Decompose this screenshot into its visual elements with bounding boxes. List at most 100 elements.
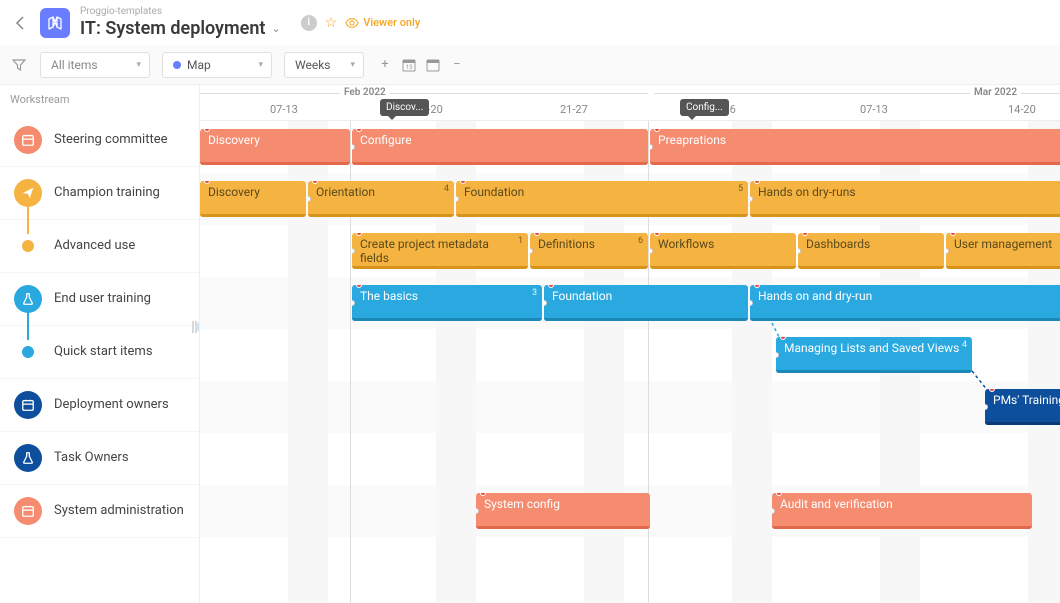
status-dot-icon	[754, 181, 760, 184]
resize-handle-left[interactable]	[352, 248, 355, 254]
resize-handle-left[interactable]	[308, 196, 311, 202]
status-dot-icon	[534, 233, 540, 236]
status-dot-icon	[754, 285, 760, 288]
task-bar[interactable]: Workflows	[650, 233, 796, 269]
sidebar-item[interactable]: System administration	[0, 485, 199, 538]
toolbar: All items Map Weeks + 13 −	[0, 46, 1060, 85]
sidebar-item-label: End user training	[54, 291, 151, 306]
sidebar-item[interactable]: Champion training	[0, 167, 199, 220]
task-bar[interactable]: Foundation 5	[456, 181, 748, 217]
week-label: 07-13	[270, 103, 298, 116]
resize-handle-left[interactable]	[750, 300, 753, 306]
sidebar-item[interactable]: Task Owners	[0, 432, 199, 485]
task-bar[interactable]: Hands on and dry-run	[750, 285, 1060, 321]
resize-handle-left[interactable]	[750, 196, 753, 202]
resize-handle-left[interactable]	[650, 248, 653, 254]
task-count: 4	[962, 340, 967, 350]
filter-select-label: All items	[51, 58, 98, 72]
header-actions: i ☆ Viewer only	[301, 15, 421, 31]
calendar-day-icon[interactable]: 13	[400, 56, 418, 74]
resize-handle-left[interactable]	[456, 196, 459, 202]
task-underline	[650, 266, 796, 269]
title-block: Proggio-templates IT: System deployment …	[80, 6, 281, 40]
task-label: Hands on and dry-run	[758, 289, 872, 303]
filter-select[interactable]: All items	[40, 52, 150, 78]
task-underline	[750, 318, 1060, 321]
status-dot-icon	[312, 181, 318, 184]
task-underline	[946, 266, 1060, 269]
task-bar[interactable]: The basics3	[352, 285, 542, 321]
task-underline	[456, 214, 748, 217]
week-label: 14-20	[1008, 103, 1036, 116]
task-label: Discovery	[208, 185, 260, 199]
sidebar-item-label: Steering committee	[54, 132, 168, 147]
chart-body[interactable]: Discovery ConfigurePreaprations Discovery O…	[200, 121, 1060, 603]
task-bar[interactable]: Foundation	[544, 285, 748, 321]
sidebar-item[interactable]: End user training	[0, 273, 199, 326]
task-label: The basics	[360, 289, 418, 303]
task-label: Foundation	[464, 185, 524, 199]
task-bar[interactable]: PMs' Training	[985, 389, 1060, 425]
resize-handle-left[interactable]	[772, 508, 775, 514]
task-label: Discovery	[208, 133, 260, 147]
view-select[interactable]: Map	[162, 52, 272, 78]
month-label: Feb 2022	[340, 87, 390, 98]
task-bar[interactable]: User management	[946, 233, 1060, 269]
minus-icon[interactable]: −	[448, 56, 466, 74]
timeline-chart[interactable]: Feb 2022Mar 202207-1314-2021-2728-0607-1…	[200, 85, 1060, 603]
task-bar[interactable]: System config	[476, 493, 650, 529]
task-bar[interactable]: Discovery	[200, 181, 306, 217]
resize-handle-left[interactable]	[798, 248, 801, 254]
toolbar-icons: + 13 −	[376, 56, 466, 74]
calendar-icon	[14, 391, 42, 419]
sidebar-collapse-handle[interactable]	[189, 315, 200, 344]
resize-handle-left[interactable]	[476, 508, 479, 514]
scale-select[interactable]: Weeks	[284, 52, 364, 78]
task-bar[interactable]: Hands on dry-runs	[750, 181, 1060, 217]
resize-handle-left[interactable]	[946, 248, 949, 254]
task-label: Foundation	[552, 289, 612, 303]
star-icon[interactable]: ☆	[325, 15, 338, 31]
filter-icon[interactable]	[10, 58, 28, 72]
resize-handle-left[interactable]	[530, 248, 533, 254]
sidebar-item[interactable]: Steering committee	[0, 114, 199, 167]
resize-handle-left[interactable]	[352, 300, 355, 306]
task-bar[interactable]: Managing Lists and Saved Views4	[776, 337, 972, 373]
task-underline	[985, 422, 1060, 425]
send-icon	[14, 179, 42, 207]
chevron-down-icon: ⌄	[271, 22, 280, 35]
task-bar[interactable]: Configure	[352, 129, 648, 165]
task-bar[interactable]: Dashboards	[798, 233, 944, 269]
plus-icon[interactable]: +	[376, 56, 394, 74]
task-bar[interactable]: Definitions6	[530, 233, 648, 269]
back-button[interactable]	[10, 13, 30, 33]
time-header: Feb 2022Mar 202207-1314-2021-2728-0607-1…	[200, 85, 1060, 121]
task-bar[interactable]: Create project metadata fields1	[352, 233, 528, 269]
resize-handle-left[interactable]	[776, 352, 779, 358]
sidebar-item-label: Champion training	[54, 185, 160, 200]
sidebar-item[interactable]: Advanced use	[0, 220, 199, 273]
task-bar[interactable]: Audit and verification	[772, 493, 1032, 529]
status-dot-icon	[204, 129, 210, 132]
title-row[interactable]: IT: System deployment ⌄	[80, 18, 281, 40]
task-count: 5	[738, 184, 743, 194]
sidebar-item[interactable]: Deployment owners	[0, 379, 199, 432]
sidebar-item[interactable]: Quick start items	[0, 326, 199, 379]
week-label: 21-27	[560, 103, 588, 116]
status-dot-icon	[356, 129, 362, 132]
task-label: PMs' Training	[993, 393, 1060, 407]
resize-handle-left[interactable]	[650, 144, 653, 150]
resize-handle-left[interactable]	[985, 404, 988, 410]
task-bar[interactable]: Preaprations	[650, 129, 1060, 165]
calendar-icon[interactable]	[424, 56, 442, 74]
task-bar[interactable]: Discovery	[200, 129, 350, 165]
info-icon[interactable]: i	[301, 15, 317, 31]
task-bar[interactable]: Orientation4	[308, 181, 454, 217]
workstream-header: Workstream	[0, 85, 199, 114]
page-title: IT: System deployment	[80, 18, 265, 40]
task-label: Create project metadata fields	[360, 237, 520, 265]
resize-handle-left[interactable]	[544, 300, 547, 306]
resize-handle-left[interactable]	[352, 144, 355, 150]
breadcrumb[interactable]: Proggio-templates	[80, 6, 281, 18]
task-underline	[308, 214, 454, 217]
